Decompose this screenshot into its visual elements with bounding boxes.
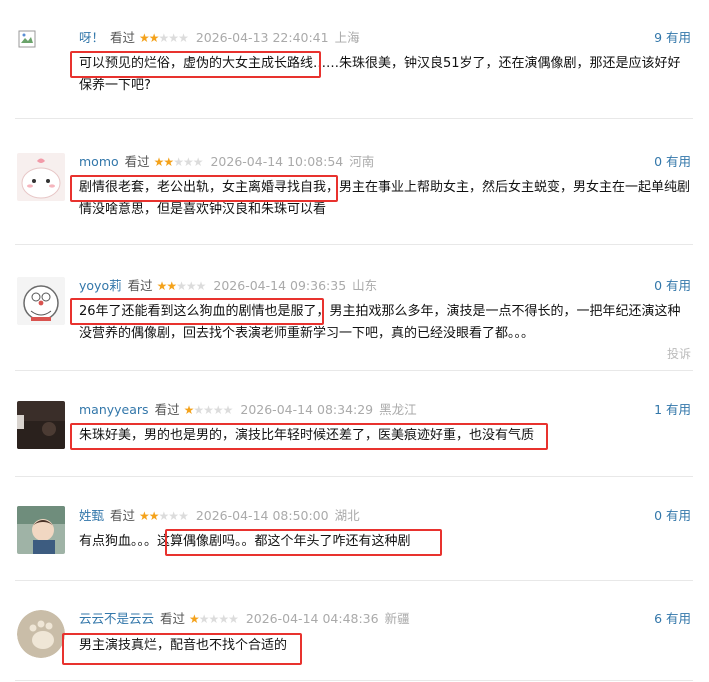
watched-label: 看过 [127,278,153,293]
review-location: 湖北 [334,508,360,523]
review-location: 山东 [352,278,378,293]
review-location: 河南 [349,154,375,169]
username-link[interactable]: manyyears [79,402,149,417]
dark-photo-avatar[interactable] [17,401,65,449]
watched-label: 看过 [110,508,136,523]
review-header: manyyears 看过 ★★★★★ 2026-04-14 08:34:29 黑龙江 [79,401,417,419]
review-location: 黑龙江 [379,402,417,417]
divider [15,476,693,477]
divider [15,680,693,681]
report-link[interactable]: 投诉 [667,345,691,362]
highlight-box [70,51,321,78]
cat-paw-avatar[interactable] [17,610,65,658]
useful-vote-button[interactable]: 1 有用 [654,401,691,419]
watched-label: 看过 [154,402,180,417]
doraemon-avatar[interactable] [17,277,65,325]
divider [15,118,693,119]
useful-vote-button[interactable]: 6 有用 [654,610,691,628]
username-link[interactable]: yoyo莉 [79,278,122,293]
rating-stars: ★★★★★ [156,279,207,293]
divider [15,370,693,371]
pink-creature-avatar[interactable] [17,153,65,201]
divider [15,580,693,581]
review-header: 云云不是云云 看过 ★★★★★ 2026-04-14 04:48:36 新疆 [79,610,410,628]
useful-vote-button[interactable]: 0 有用 [654,507,691,525]
highlight-box [62,633,302,665]
rating-stars: ★★★★★ [139,509,189,523]
username-link[interactable]: momo [79,154,119,169]
review-header: momo 看过 ★★★★★ 2026-04-14 10:08:54 河南 [79,153,374,171]
review-header: 姓甄 看过 ★★★★★ 2026-04-14 08:50:00 湖北 [79,507,360,525]
username-link[interactable]: 呀！ [79,30,104,45]
highlight-box [70,298,324,325]
watched-label: 看过 [124,154,150,169]
broken-image-icon[interactable] [18,30,36,48]
username-link[interactable]: 姓甄 [79,508,104,523]
highlight-box [70,423,548,450]
review-location: 新疆 [384,611,410,626]
watched-label: 看过 [160,611,186,626]
review-date: 2026-04-14 08:34:29 [240,402,374,417]
useful-vote-button[interactable]: 0 有用 [654,277,691,295]
useful-vote-button[interactable]: 0 有用 [654,153,691,171]
useful-vote-button[interactable]: 9 有用 [654,29,691,47]
review-date: 2026-04-14 04:48:36 [245,611,379,626]
divider [15,244,693,245]
highlight-box [70,175,338,202]
anime-boy-avatar[interactable] [17,506,65,554]
rating-stars: ★★★★★ [139,31,189,45]
review-date: 2026-04-13 22:40:41 [195,30,329,45]
watched-label: 看过 [110,30,136,45]
review-header: 呀！ 看过 ★★★★★ 2026-04-13 22:40:41 上海 [79,29,360,47]
review-location: 上海 [334,30,360,45]
rating-stars: ★★★★★ [189,612,239,626]
review-date: 2026-04-14 09:36:35 [213,278,347,293]
review-date: 2026-04-14 10:08:54 [210,154,344,169]
review-date: 2026-04-14 08:50:00 [195,508,329,523]
highlight-box [165,529,442,556]
rating-stars: ★★★★★ [183,403,234,417]
username-link[interactable]: 云云不是云云 [79,611,154,626]
review-header: yoyo莉 看过 ★★★★★ 2026-04-14 09:36:35 山东 [79,277,377,295]
rating-stars: ★★★★★ [153,155,204,169]
